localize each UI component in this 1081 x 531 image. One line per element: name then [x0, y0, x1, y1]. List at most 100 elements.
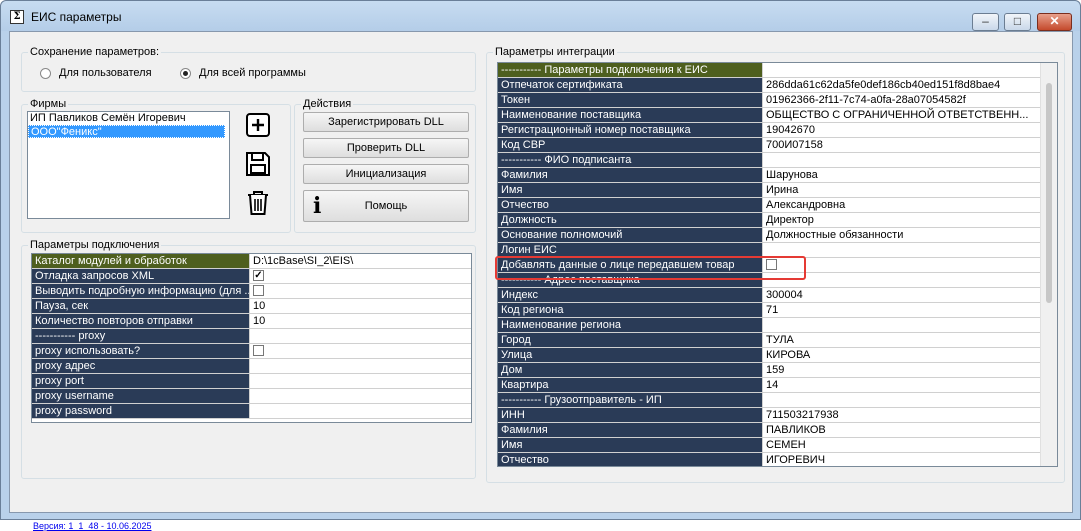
vertical-scrollbar[interactable] — [1040, 63, 1057, 466]
grid-key-cell: Количество повторов отправки — [32, 314, 250, 328]
grid-value-cell[interactable] — [250, 284, 471, 298]
grid-value-cell[interactable] — [250, 374, 471, 388]
check-dll-button[interactable]: Проверить DLL — [303, 138, 469, 158]
grid-row[interactable]: Количество повторов отправки 10 — [32, 314, 471, 329]
grid-value-cell[interactable]: 286dda61c62da5fe0def186cb40ed151f8d8bae4 — [763, 78, 1057, 92]
grid-row[interactable]: Фамилия Шарунова — [498, 168, 1057, 183]
grid-row[interactable]: Фамилия ПАВЛИКОВ — [498, 423, 1057, 438]
grid-row[interactable]: Выводить подробную информацию (для ... — [32, 284, 471, 299]
radio-for-user[interactable]: Для пользователя — [40, 67, 152, 79]
grid-value-cell[interactable]: ✓ — [250, 269, 471, 283]
grid-value-cell[interactable]: ПАВЛИКОВ — [763, 423, 1057, 437]
grid-row[interactable]: ----------- ФИО подписанта — [498, 153, 1057, 168]
grid-value-cell[interactable]: ТУЛА — [763, 333, 1057, 347]
radio-for-program[interactable]: Для всей программы — [180, 67, 306, 79]
firms-list[interactable]: ИП Павликов Семён Игоревич ООО"Феникс" — [27, 111, 230, 219]
grid-row[interactable]: Город ТУЛА — [498, 333, 1057, 348]
grid-row[interactable]: Имя Ирина — [498, 183, 1057, 198]
checkbox[interactable] — [253, 344, 264, 356]
title-bar[interactable]: Σ ЕИС параметры – □ ✕ — [1, 1, 1080, 31]
grid-value-cell[interactable]: 10 — [250, 299, 471, 313]
grid-row[interactable]: Каталог модулей и обработок D:\1cBase\SI_… — [32, 254, 471, 269]
maximize-button[interactable]: □ — [1004, 13, 1031, 31]
grid-row[interactable]: Имя СЕМЕН — [498, 438, 1057, 453]
grid-value-cell[interactable] — [763, 63, 1057, 77]
grid-row[interactable]: Наименование региона — [498, 318, 1057, 333]
grid-value-cell[interactable] — [250, 344, 471, 358]
grid-row[interactable]: ----------- Грузоотправитель - ИП — [498, 393, 1057, 408]
checkbox-checked[interactable]: ✓ — [253, 269, 264, 281]
firm-item[interactable]: ИП Павликов Семён Игоревич — [28, 112, 229, 125]
grid-row[interactable]: ----------- proxy — [32, 329, 471, 344]
grid-row[interactable]: proxy адрес — [32, 359, 471, 374]
grid-value-cell[interactable] — [763, 243, 1057, 257]
minimize-button[interactable]: – — [972, 13, 999, 31]
version-link[interactable]: Версия: 1_1_48 - 10.06.2025 — [33, 521, 152, 531]
grid-value-cell[interactable] — [763, 393, 1057, 407]
grid-value-cell[interactable]: СЕМЕН — [763, 438, 1057, 452]
grid-value-cell[interactable] — [250, 389, 471, 403]
grid-row[interactable]: Код СВР 700И07158 — [498, 138, 1057, 153]
grid-value-cell[interactable]: 300004 — [763, 288, 1057, 302]
grid-value-cell[interactable]: ИГОРЕВИЧ — [763, 453, 1057, 466]
grid-row[interactable]: Должность Директор — [498, 213, 1057, 228]
grid-row[interactable]: Дом 159 — [498, 363, 1057, 378]
grid-value-cell[interactable]: 10 — [250, 314, 471, 328]
grid-value-cell[interactable]: 14 — [763, 378, 1057, 392]
grid-row[interactable]: Пауза, сек 10 — [32, 299, 471, 314]
grid-value-cell[interactable] — [250, 404, 471, 418]
grid-value-cell[interactable]: 711503217938 — [763, 408, 1057, 422]
grid-row[interactable]: Квартира 14 — [498, 378, 1057, 393]
close-button[interactable]: ✕ — [1037, 13, 1072, 31]
grid-value-cell[interactable] — [763, 153, 1057, 167]
initialize-button[interactable]: Инициализация — [303, 164, 469, 184]
grid-row[interactable]: ИНН 711503217938 — [498, 408, 1057, 423]
grid-value-cell[interactable]: КИРОВА — [763, 348, 1057, 362]
grid-value-cell[interactable]: 700И07158 — [763, 138, 1057, 152]
grid-value-cell[interactable]: 71 — [763, 303, 1057, 317]
grid-row[interactable]: Отпечаток сертификата 286dda61c62da5fe0de… — [498, 78, 1057, 93]
firm-item-selected[interactable]: ООО"Феникс" — [28, 125, 225, 138]
grid-row[interactable]: Основание полномочий Должностные обязанно… — [498, 228, 1057, 243]
grid-value-cell[interactable] — [763, 273, 1057, 287]
grid-row[interactable]: Регистрационный номер поставщика 19042670 — [498, 123, 1057, 138]
grid-row[interactable]: proxy password — [32, 404, 471, 419]
grid-value-cell[interactable]: ОБЩЕСТВО С ОГРАНИЧЕННОЙ ОТВЕТСТВЕНН... — [763, 108, 1057, 122]
grid-value-cell[interactable]: D:\1cBase\SI_2\EIS\ — [250, 254, 471, 268]
scrollbar-thumb[interactable] — [1046, 83, 1052, 303]
grid-value-cell[interactable]: 01962366-2f11-7c74-a0fa-28a07054582f — [763, 93, 1057, 107]
grid-value-cell[interactable]: Директор — [763, 213, 1057, 227]
grid-value-cell[interactable]: Ирина — [763, 183, 1057, 197]
grid-row[interactable]: Улица КИРОВА — [498, 348, 1057, 363]
grid-row[interactable]: Токен 01962366-2f11-7c74-a0fa-28a07054582… — [498, 93, 1057, 108]
add-firm-button[interactable] — [243, 110, 273, 140]
grid-row[interactable]: proxy username — [32, 389, 471, 404]
save-firm-button[interactable] — [243, 149, 273, 179]
grid-row[interactable]: proxy использовать? — [32, 344, 471, 359]
grid-row[interactable]: Код региона 71 — [498, 303, 1057, 318]
grid-value-cell[interactable] — [763, 318, 1057, 332]
connection-params-grid[interactable]: Каталог модулей и обработок D:\1cBase\SI_… — [31, 253, 472, 423]
grid-row[interactable]: Отчество Александровна — [498, 198, 1057, 213]
radio-dot[interactable] — [40, 67, 51, 79]
help-button[interactable]: i Помощь — [303, 190, 469, 222]
grid-value-cell[interactable] — [763, 258, 1057, 272]
delete-firm-button[interactable] — [243, 188, 273, 218]
grid-value-cell[interactable]: Должностные обязанности — [763, 228, 1057, 242]
grid-value-cell[interactable] — [250, 359, 471, 373]
grid-row[interactable]: ----------- Параметры подключения к ЕИС — [498, 63, 1057, 78]
checkbox[interactable] — [253, 284, 264, 296]
grid-value-cell[interactable]: Шарунова — [763, 168, 1057, 182]
register-dll-button[interactable]: Зарегистрировать DLL — [303, 112, 469, 132]
info-icon: i — [313, 193, 322, 219]
grid-row[interactable]: Отчество ИГОРЕВИЧ — [498, 453, 1057, 466]
grid-row[interactable]: Отладка запросов XML ✓ — [32, 269, 471, 284]
grid-value-cell[interactable]: 159 — [763, 363, 1057, 377]
grid-value-cell[interactable]: 19042670 — [763, 123, 1057, 137]
grid-value-cell[interactable]: Александровна — [763, 198, 1057, 212]
grid-row[interactable]: Наименование поставщика ОБЩЕСТВО С ОГРАНИ… — [498, 108, 1057, 123]
grid-row[interactable]: proxy port — [32, 374, 471, 389]
grid-row[interactable]: Индекс 300004 — [498, 288, 1057, 303]
grid-value-cell[interactable] — [250, 329, 471, 343]
radio-dot-selected[interactable] — [180, 67, 191, 79]
